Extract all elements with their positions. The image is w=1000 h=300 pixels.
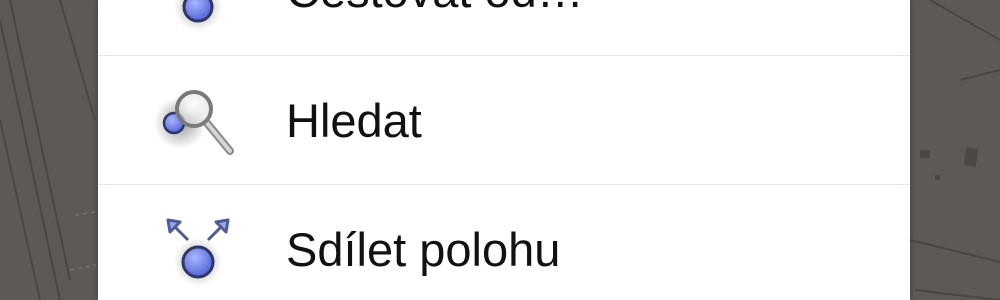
menu-divider	[98, 184, 910, 185]
context-menu: Cestovat od…	[98, 0, 910, 300]
menu-item-label: Sdílet polohu	[286, 223, 561, 276]
share-location-icon	[150, 210, 240, 290]
route-from-location-icon	[150, 0, 240, 31]
menu-item-label: Hledat	[286, 94, 422, 147]
menu-divider	[98, 55, 910, 56]
menu-item-search[interactable]: Hledat	[98, 57, 910, 185]
search-nearby-icon	[150, 81, 240, 161]
menu-item-travel-from[interactable]: Cestovat od…	[98, 0, 910, 55]
menu-item-share-location[interactable]: Sdílet polohu	[98, 186, 910, 300]
menu-item-label: Cestovat od…	[286, 0, 584, 55]
